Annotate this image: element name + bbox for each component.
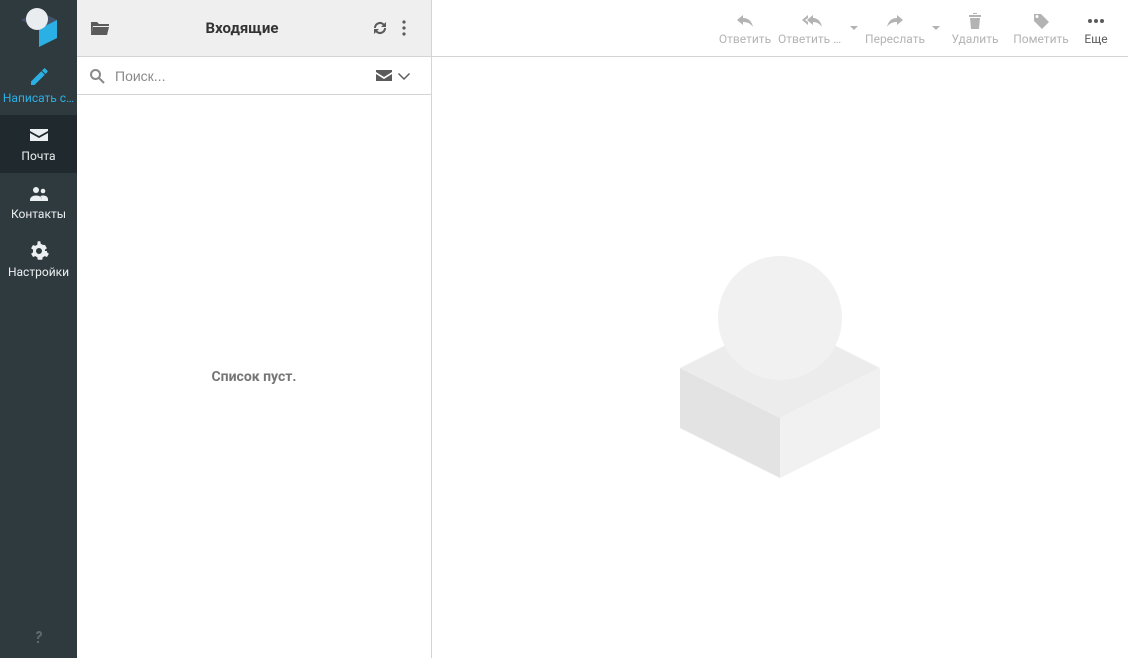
- mail-label: Почта: [2, 149, 75, 163]
- reply-button[interactable]: Ответить: [712, 0, 778, 56]
- trash-icon: [966, 10, 984, 32]
- search-input[interactable]: [109, 68, 375, 84]
- refresh-icon: [371, 19, 395, 37]
- app-logo: [0, 0, 77, 57]
- sidebar-item-mail[interactable]: Почта: [0, 115, 77, 173]
- sidebar-item-settings[interactable]: Настройки: [0, 231, 77, 289]
- envelope-icon: [29, 125, 49, 145]
- more-label: Еще: [1084, 32, 1107, 46]
- gear-icon: [29, 241, 49, 261]
- chevron-down-icon: [397, 69, 419, 83]
- list-more-button[interactable]: [395, 19, 419, 37]
- contacts-label: Контакты: [2, 207, 75, 221]
- preview-pane: Ответить Ответить в… Переслать: [432, 0, 1128, 658]
- mark-button[interactable]: Пометить: [1008, 0, 1074, 56]
- search-options-toggle[interactable]: [397, 69, 419, 83]
- folder-toggle-button[interactable]: [89, 17, 113, 39]
- compose-label: Написать с…: [2, 91, 75, 105]
- search-bar: [77, 57, 431, 95]
- refresh-button[interactable]: [371, 19, 395, 37]
- envelope-icon: [375, 67, 397, 85]
- more-button[interactable]: Еще: [1074, 0, 1118, 56]
- forward-button[interactable]: Переслать: [860, 0, 930, 56]
- reply-icon: [735, 10, 755, 32]
- compose-button[interactable]: Написать с…: [0, 57, 77, 115]
- caret-down-icon: [932, 24, 940, 32]
- mark-label: Пометить: [1013, 32, 1069, 46]
- sidebar-item-contacts[interactable]: Контакты: [0, 173, 77, 231]
- message-list-panel: Входящие: [77, 0, 432, 658]
- reply-label: Ответить: [719, 32, 771, 46]
- empty-list-text: Список пуст.: [212, 369, 297, 385]
- delete-label: Удалить: [952, 32, 999, 46]
- more-vertical-icon: [395, 19, 419, 37]
- folder-title: Входящие: [113, 19, 371, 37]
- message-toolbar: Ответить Ответить в… Переслать: [432, 0, 1128, 57]
- sidebar: Написать с… Почта Контакты Настройки: [0, 0, 77, 658]
- help-button[interactable]: [0, 618, 77, 658]
- message-list-empty: Список пуст.: [77, 95, 431, 658]
- reply-all-icon: [802, 10, 824, 32]
- more-horizontal-icon: [1086, 10, 1106, 32]
- search-icon: [89, 68, 109, 84]
- caret-down-icon: [850, 24, 858, 32]
- folder-open-icon: [89, 17, 113, 39]
- reply-all-label: Ответить в…: [778, 32, 848, 46]
- watermark-icon: [650, 228, 910, 488]
- compose-icon: [29, 67, 49, 87]
- reply-all-dropdown[interactable]: [848, 24, 860, 32]
- settings-label: Настройки: [2, 265, 75, 279]
- users-icon: [29, 183, 49, 203]
- forward-dropdown[interactable]: [930, 24, 942, 32]
- help-icon: [29, 628, 49, 648]
- search-scope-button[interactable]: [375, 67, 397, 85]
- list-header: Входящие: [77, 0, 431, 57]
- tag-icon: [1032, 10, 1050, 32]
- delete-button[interactable]: Удалить: [942, 0, 1008, 56]
- forward-icon: [885, 10, 905, 32]
- reply-all-button[interactable]: Ответить в…: [778, 0, 848, 56]
- forward-label: Переслать: [865, 32, 925, 46]
- preview-empty: [432, 57, 1128, 658]
